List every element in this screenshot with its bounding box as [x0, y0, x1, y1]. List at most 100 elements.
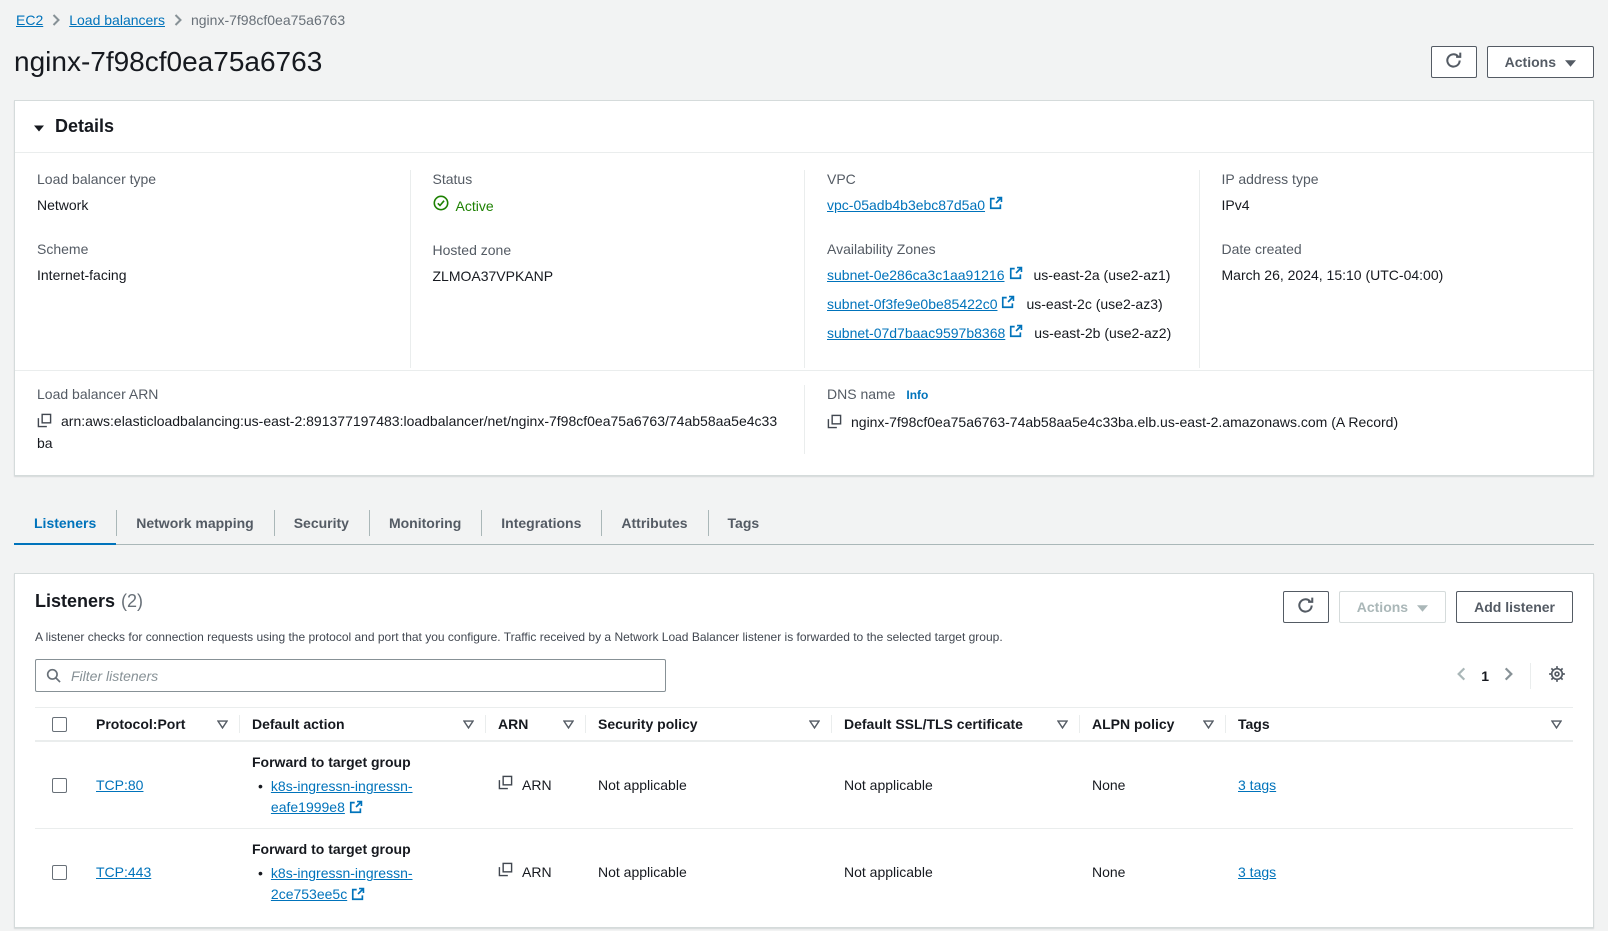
tab-attributes[interactable]: Attributes	[601, 503, 707, 545]
tab-listeners[interactable]: Listeners	[14, 503, 116, 545]
arn-field: Load balancer ARN arn:aws:elasticloadbal…	[15, 385, 804, 454]
external-link-icon	[347, 886, 365, 902]
column-label: Default action	[252, 716, 345, 732]
details-bottom-row: Load balancer ARN arn:aws:elasticloadbal…	[15, 370, 1593, 475]
preferences-button[interactable]	[1541, 660, 1573, 691]
page-title: nginx-7f98cf0ea75a6763	[14, 46, 322, 78]
target-group-link[interactable]: k8s-ingressn-ingressn-2ce753ee5c	[271, 865, 413, 902]
filter-triangle-icon[interactable]	[1551, 716, 1562, 732]
column-header-alpn-policy[interactable]: ALPN policy	[1079, 708, 1225, 740]
subnet-link[interactable]: subnet-0e286ca3c1aa91216	[827, 265, 1023, 285]
details-header[interactable]: Details	[15, 101, 1593, 153]
external-link-icon	[345, 799, 363, 815]
listener-link[interactable]: TCP:80	[96, 777, 143, 793]
date-created-value: March 26, 2024, 15:10 (UTC-04:00)	[1222, 265, 1574, 285]
alpn-policy-cell: None	[1079, 765, 1225, 806]
subnet-link-text: subnet-07d7baac9597b8368	[827, 323, 1005, 343]
column-label: Protocol:Port	[96, 716, 185, 732]
tags-link[interactable]: 3 tags	[1238, 864, 1276, 880]
filter-triangle-icon[interactable]	[809, 716, 820, 732]
listeners-toolbar: 1	[35, 659, 1573, 692]
filter-listeners-input[interactable]	[35, 659, 666, 692]
filter-triangle-icon[interactable]	[1203, 716, 1214, 732]
details-column-2: Status Active Hosted zone ZLMOA37VPKANP	[410, 170, 805, 368]
subnet-link[interactable]: subnet-07d7baac9597b8368	[827, 323, 1023, 343]
table-header-row: Protocol:Port Default action ARN Securit…	[35, 707, 1573, 741]
column-label: Default SSL/TLS certificate	[844, 716, 1023, 732]
tab-tags[interactable]: Tags	[708, 503, 780, 545]
listeners-actions-label: Actions	[1357, 599, 1408, 615]
copy-icon[interactable]	[827, 414, 851, 430]
breadcrumb-current: nginx-7f98cf0ea75a6763	[191, 12, 345, 28]
subnet-link[interactable]: subnet-0f3fe9e0be85422c0	[827, 294, 1015, 314]
filter-triangle-icon[interactable]	[1057, 716, 1068, 732]
tags-link[interactable]: 3 tags	[1238, 777, 1276, 793]
tab-label: Security	[294, 515, 349, 531]
listeners-table: Protocol:Port Default action ARN Securit…	[35, 707, 1573, 915]
select-all-checkbox[interactable]	[52, 717, 67, 732]
copy-icon[interactable]	[37, 413, 61, 429]
tab-label: Integrations	[501, 515, 581, 531]
column-header-tags[interactable]: Tags	[1225, 708, 1573, 740]
column-header-default-action[interactable]: Default action	[239, 708, 485, 740]
filter-triangle-icon[interactable]	[563, 716, 574, 732]
column-header-ssl-certificate[interactable]: Default SSL/TLS certificate	[831, 708, 1079, 740]
listeners-buttons: Actions Add listener	[1283, 591, 1573, 623]
filter-triangle-icon[interactable]	[463, 716, 474, 732]
refresh-button[interactable]	[1431, 46, 1477, 78]
listeners-refresh-button[interactable]	[1283, 591, 1329, 623]
refresh-icon	[1444, 51, 1463, 73]
tab-security[interactable]: Security	[274, 503, 369, 545]
column-header-arn[interactable]: ARN	[485, 708, 585, 740]
column-header-security-policy[interactable]: Security policy	[585, 708, 831, 740]
ssl-certificate-cell: Not applicable	[831, 765, 1079, 806]
column-label: Tags	[1238, 716, 1270, 732]
info-link[interactable]: Info	[906, 388, 928, 402]
previous-page-button[interactable]	[1450, 662, 1473, 689]
vpc-link[interactable]: vpc-05adb4b3ebc87d5a0	[827, 195, 1003, 215]
column-label: ALPN policy	[1092, 716, 1174, 732]
az-item: subnet-07d7baac9597b8368 us-east-2b (use…	[827, 323, 1179, 343]
tab-monitoring[interactable]: Monitoring	[369, 503, 481, 545]
listeners-actions-button[interactable]: Actions	[1339, 591, 1446, 623]
chevron-right-icon	[1504, 667, 1513, 684]
details-column-1: Load balancer type Network Scheme Intern…	[15, 170, 410, 368]
filter-triangle-icon[interactable]	[217, 716, 228, 732]
column-header-protocol-port[interactable]: Protocol:Port	[83, 708, 239, 740]
page-number[interactable]: 1	[1473, 668, 1497, 684]
dns-label: DNS name	[827, 386, 895, 402]
copy-icon[interactable]	[498, 862, 513, 883]
scheme-label: Scheme	[37, 240, 390, 258]
next-page-button[interactable]	[1497, 662, 1520, 689]
target-group-link-text: k8s-ingressn-ingressn-2ce753ee5c	[271, 865, 413, 902]
actions-button[interactable]: Actions	[1487, 46, 1594, 78]
tab-label: Tags	[728, 515, 760, 531]
collapse-triangle-icon[interactable]	[34, 119, 44, 135]
add-listener-button[interactable]: Add listener	[1456, 591, 1573, 623]
external-link-icon	[1009, 323, 1023, 343]
breadcrumb-link-ec2[interactable]: EC2	[16, 12, 43, 28]
tab-integrations[interactable]: Integrations	[481, 503, 601, 545]
header-actions: Actions	[1431, 46, 1594, 78]
az-zone-text: us-east-2b (use2-az2)	[1034, 323, 1171, 343]
subnet-link-text: subnet-0f3fe9e0be85422c0	[827, 294, 997, 314]
status-text: Active	[456, 196, 494, 216]
tab-bar: Listeners Network mapping Security Monit…	[14, 503, 1594, 545]
security-policy-cell: Not applicable	[585, 852, 831, 893]
row-checkbox[interactable]	[52, 865, 67, 880]
arn-cell-label: ARN	[522, 775, 552, 796]
listeners-panel: Listeners (2) Actions Add listener	[14, 573, 1594, 928]
scheme-value: Internet-facing	[37, 265, 390, 285]
table-row: TCP:443 Forward to target group • k8s-in…	[35, 828, 1573, 915]
tab-network-mapping[interactable]: Network mapping	[116, 503, 273, 545]
dns-field: DNS name Info nginx-7f98cf0ea75a6763-74a…	[804, 385, 1593, 454]
target-group-link[interactable]: k8s-ingressn-ingressn-eafe1999e8	[271, 778, 413, 815]
row-checkbox[interactable]	[52, 778, 67, 793]
status-badge: Active	[433, 195, 785, 216]
page: EC2 Load balancers nginx-7f98cf0ea75a676…	[0, 0, 1608, 928]
listener-link[interactable]: TCP:443	[96, 864, 151, 880]
copy-icon[interactable]	[498, 775, 513, 796]
caret-down-icon	[1565, 54, 1576, 70]
breadcrumb-link-load-balancers[interactable]: Load balancers	[69, 12, 165, 28]
toolbar-divider	[1530, 663, 1531, 689]
